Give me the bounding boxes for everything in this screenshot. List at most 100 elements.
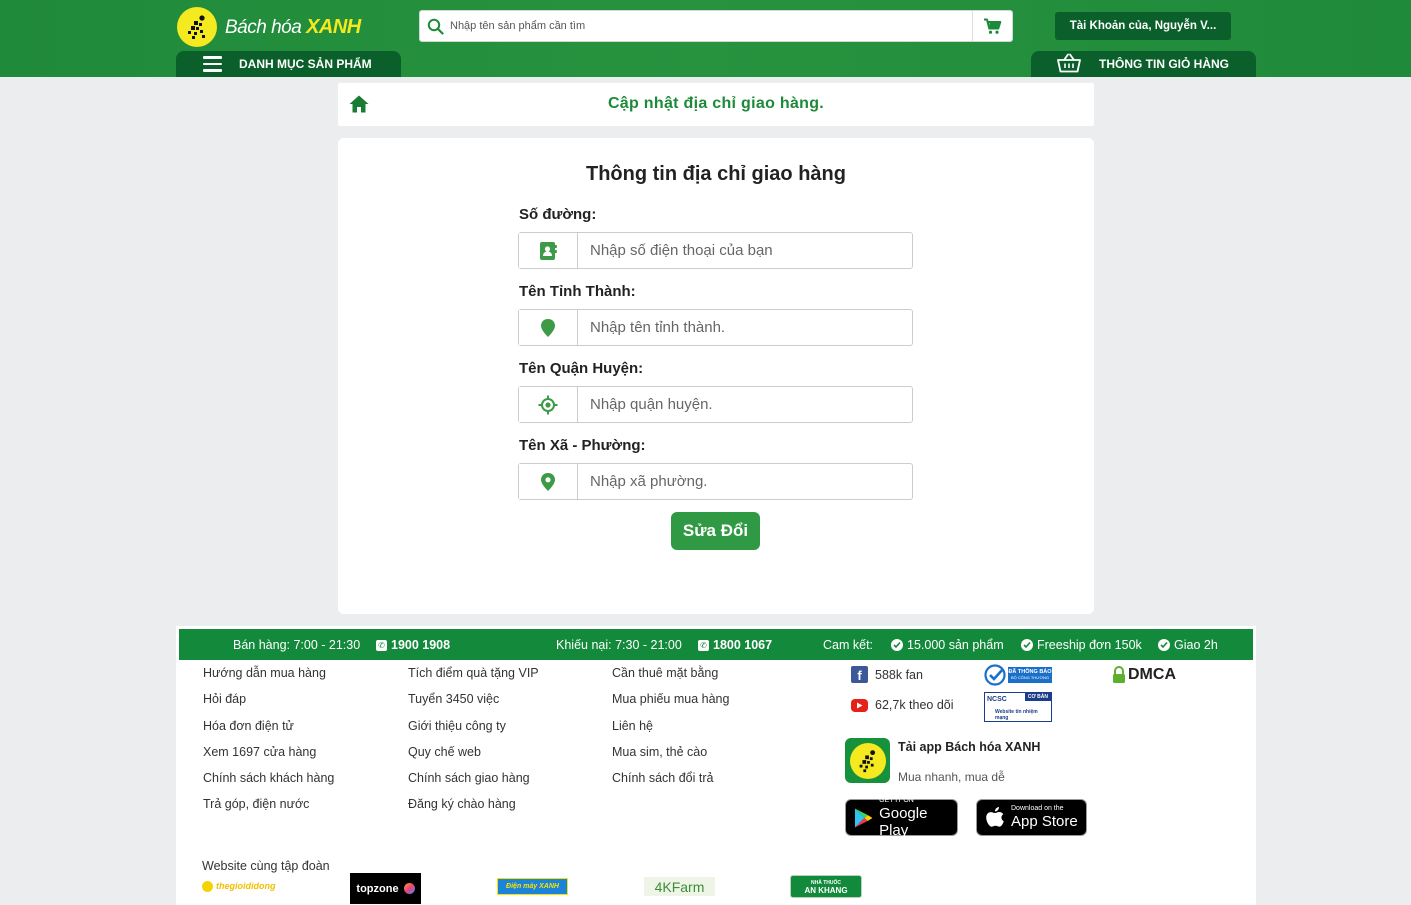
bct-badge[interactable]: ĐÃ THÔNG BÁO BỘ CÔNG THƯƠNG — [984, 664, 1052, 686]
google-play-small-text: GET IT ON — [879, 796, 914, 804]
province-label: Tên Tỉnh Thành: — [519, 283, 636, 300]
footer-link[interactable]: Tích điểm quà tặng VIP — [408, 666, 539, 680]
search-bar — [419, 10, 1013, 42]
street-label: Số đường: — [519, 206, 597, 223]
footer-link[interactable]: Tuyển 3450 việc — [408, 692, 499, 706]
google-play-icon — [854, 807, 873, 828]
footer-link[interactable]: Mua phiếu mua hàng — [612, 692, 729, 706]
dmca-text: DMCA — [1128, 666, 1176, 683]
commit-products: 15.000 sản phẩm — [891, 638, 1004, 652]
apple-icon — [986, 806, 1004, 827]
location-pin-icon — [519, 464, 578, 499]
commit-delivery: Giao 2h — [1158, 638, 1218, 652]
ncsc-badge-text: NCSC — [987, 696, 1007, 703]
basket-icon — [1057, 53, 1081, 76]
footer-link[interactable]: Mua sim, thẻ cào — [612, 745, 707, 759]
footer-link[interactable]: Quy chế web — [408, 745, 481, 759]
app-store-button[interactable]: Download on the App Store — [976, 799, 1087, 836]
logo-icon — [177, 7, 217, 47]
facebook-link[interactable]: f 588k fan — [851, 666, 923, 683]
google-play-big-text: Google Play — [879, 804, 928, 839]
brand-topzone-text: topzone — [356, 882, 399, 895]
search-icon[interactable] — [420, 18, 450, 35]
account-button[interactable]: Tài Khoản của, Nguyễn V... — [1055, 12, 1231, 40]
footer-link[interactable]: Đăng ký chào hàng — [408, 797, 516, 811]
complaint-phone-text: 1800 1067 — [713, 638, 773, 652]
footer-link[interactable]: Giới thiệu công ty — [408, 719, 506, 733]
province-input[interactable] — [578, 310, 912, 345]
street-field — [518, 232, 913, 269]
brand-topzone[interactable]: topzone — [350, 873, 421, 904]
app-store-small-text: Download on the — [1011, 805, 1064, 812]
app-download-subtitle: Mua nhanh, mua dễ — [898, 770, 1005, 784]
bct-badge-sub: BỘ CÔNG THƯƠNG — [1010, 675, 1050, 680]
sales-phone[interactable]: ✆ 1900 1908 — [376, 638, 450, 652]
footer-link[interactable]: Trả góp, điện nước — [203, 797, 309, 811]
footer-link[interactable]: Chính sách giao hàng — [408, 771, 530, 785]
form-title: Thông tin địa chỉ giao hàng — [586, 163, 846, 185]
brand-4kfarm[interactable]: 4KFarm — [644, 877, 715, 896]
footer-link[interactable]: Cần thuê mặt bằng — [612, 666, 718, 680]
youtube-followers-text: 62,7k theo dõi — [875, 698, 954, 712]
province-field — [518, 309, 913, 346]
brand-dmx[interactable]: Điện máy XANH — [497, 878, 568, 895]
ncsc-badge[interactable]: NCSC CƠ BẢN Website tín nhiệm mạng — [984, 692, 1052, 722]
district-label: Tên Quận Huyện: — [519, 360, 644, 377]
cart-icon[interactable] — [972, 11, 1012, 41]
cart-info-button[interactable]: THÔNG TIN GIỎ HÀNG — [1031, 51, 1256, 77]
footer-link[interactable]: Liên hệ — [612, 719, 653, 733]
ncsc-badge-corner: CƠ BẢN — [1024, 693, 1051, 701]
brand-tgdd[interactable]: thegioididong — [202, 879, 275, 893]
brand-an-khang-text: AN KHANG — [804, 885, 848, 895]
footer-link[interactable]: Hỏi đáp — [203, 692, 246, 706]
site-footer: Bán hàng: 7:00 - 21:30 ✆ 1900 1908 Khiếu … — [176, 626, 1256, 905]
page-title: Cập nhật địa chỉ giao hàng. — [607, 95, 825, 112]
app-logo-icon[interactable] — [845, 738, 890, 783]
brand-an-khang[interactable]: NHÀ THUỐC AN KHANG — [790, 875, 862, 898]
map-pin-icon — [519, 310, 578, 345]
street-input[interactable] — [578, 233, 912, 268]
commit-products-text: 15.000 sản phẩm — [907, 638, 1004, 652]
dmca-badge[interactable]: DMCA — [1112, 666, 1176, 684]
ward-input[interactable] — [578, 464, 912, 499]
site-logo[interactable]: Bách hóa XANH — [177, 7, 361, 47]
tgdd-logo-icon — [202, 880, 213, 892]
app-store-big-text: App Store — [1011, 813, 1078, 830]
google-play-button[interactable]: GET IT ON Google Play — [845, 796, 958, 839]
logo-text-primary: Bách hóa — [225, 16, 302, 38]
commit-freeship-text: Freeship đơn 150k — [1037, 638, 1142, 652]
phone-icon: ✆ — [376, 639, 387, 651]
category-menu-label: DANH MỤC SẢN PHẨM — [239, 57, 372, 71]
youtube-icon — [851, 698, 868, 712]
breadcrumb-bar: Cập nhật địa chỉ giao hàng. — [338, 83, 1094, 126]
footer-link[interactable]: Chính sách đổi trả — [612, 771, 713, 785]
footer-link[interactable]: Chính sách khách hàng — [203, 771, 334, 785]
youtube-link[interactable]: 62,7k theo dõi — [851, 698, 954, 712]
footer-link[interactable]: Hướng dẫn mua hàng — [203, 666, 326, 680]
hamburger-icon — [203, 56, 222, 72]
district-field — [518, 386, 913, 423]
apple-color-icon — [403, 883, 415, 894]
complaint-phone[interactable]: ✆ 1800 1067 — [698, 638, 772, 652]
sales-hours: Bán hàng: 7:00 - 21:30 — [233, 638, 360, 652]
submit-button[interactable]: Sửa Đổi — [671, 512, 760, 550]
crosshair-icon — [519, 387, 578, 422]
logo-text: Bách hóa XANH — [225, 16, 361, 39]
ward-field — [518, 463, 913, 500]
address-form-card: Thông tin địa chỉ giao hàng Số đường: Tê… — [338, 138, 1094, 614]
commit-freeship: Freeship đơn 150k — [1021, 638, 1142, 652]
search-input[interactable] — [450, 11, 972, 41]
footer-link[interactable]: Hóa đơn điện tử — [203, 719, 294, 733]
category-menu-button[interactable]: DANH MỤC SẢN PHẨM — [176, 51, 401, 77]
district-input[interactable] — [578, 387, 912, 422]
site-header: Bách hóa XANH Tài Khoản của, Nguyễn V...… — [0, 0, 1411, 77]
footer-link[interactable]: Xem 1697 cửa hàng — [203, 745, 316, 759]
logo-text-accent: XANH — [306, 15, 361, 38]
cart-info-label: THÔNG TIN GIỎ HÀNG — [1099, 57, 1229, 71]
facebook-fans-text: 588k fan — [875, 667, 923, 682]
brand-dmx-text: Điện máy XANH — [506, 883, 559, 890]
commit-label: Cam kết: — [823, 638, 873, 652]
footer-info-bar: Bán hàng: 7:00 - 21:30 ✆ 1900 1908 Khiếu … — [179, 629, 1253, 660]
sales-phone-text: 1900 1908 — [391, 638, 451, 652]
brand-4kfarm-text: 4KFarm — [654, 878, 705, 895]
